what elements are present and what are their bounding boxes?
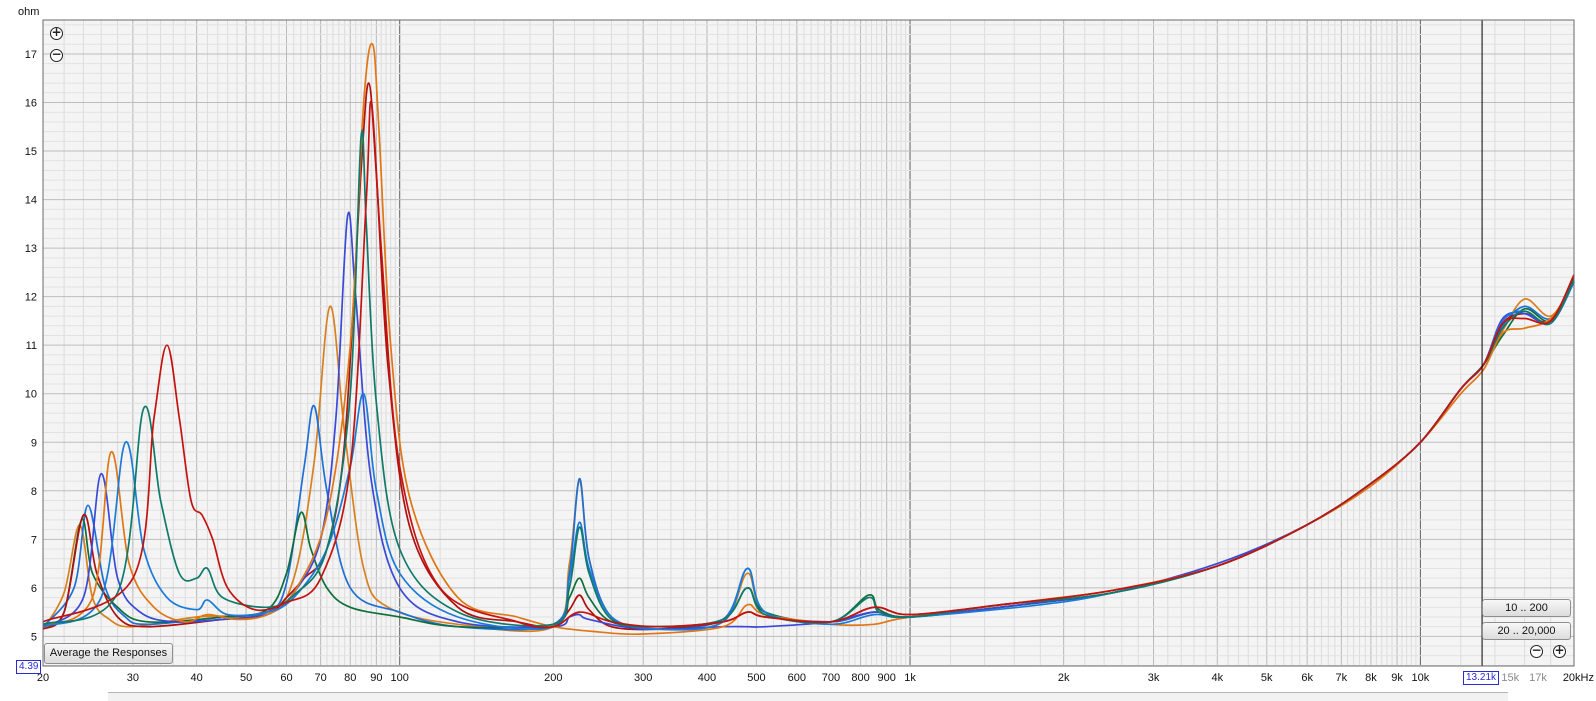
x-tick-label: 17k	[1529, 672, 1547, 684]
y-tick-label: 6	[31, 583, 37, 595]
x-tick-label: 2k	[1058, 672, 1070, 684]
x-tick-label: 70	[315, 672, 327, 684]
x-tick-label: 600	[788, 672, 806, 684]
x-tick-label: 4k	[1211, 672, 1223, 684]
y-axis-unit-label: ohm	[18, 6, 39, 18]
x-tick-label: 300	[634, 672, 652, 684]
x-tick-label: 90	[370, 672, 382, 684]
x-tick-label: 5k	[1261, 672, 1273, 684]
x-tick-label: 60	[280, 672, 292, 684]
y-tick-label: 8	[31, 486, 37, 498]
x-zoom-out-icon[interactable]: −	[1530, 644, 1543, 658]
x-tick-label: 3k	[1148, 672, 1160, 684]
x-tick-label: 800	[851, 672, 869, 684]
y-tick-label: 5	[31, 631, 37, 643]
x-tick-label: 80	[344, 672, 356, 684]
impedance-chart[interactable]: 567891011121314151617 20 30 40 50 60 70 80 90 10…	[0, 0, 1596, 700]
y-tick-label: 16	[25, 98, 37, 110]
x-tick-label: 6k	[1301, 672, 1313, 684]
x-tick-label: 10k	[1411, 672, 1429, 684]
x-tick-label: 200	[544, 672, 562, 684]
x-tick-labels: 20 30 40 50 60 70 80 90 100 200 300 400 500 600 700 800…	[37, 672, 1594, 684]
y-tick-label: 14	[25, 195, 37, 207]
y-tick-label: 15	[25, 146, 37, 158]
zoom-in-icon[interactable]: +	[50, 26, 63, 40]
range-10-200-button[interactable]: 10 .. 200	[1482, 599, 1571, 617]
y-min-readout[interactable]: 4.39	[16, 660, 42, 674]
cursor-frequency-readout: 13.21k	[1463, 671, 1500, 685]
y-tick-label: 10	[25, 389, 37, 401]
y-tick-labels: 5 6 7 8 9 10 11 12 13 14 15 16 17	[25, 49, 37, 643]
range-20-20000-button[interactable]: 20 .. 20,000	[1482, 622, 1571, 640]
y-tick-label: 7	[31, 534, 37, 546]
x-tick-label: 100	[391, 672, 409, 684]
x-tick-label: 50	[240, 672, 252, 684]
y-tick-label: 11	[26, 340, 37, 352]
y-tick-label: 9	[31, 437, 37, 449]
x-tick-label: 9k	[1391, 672, 1403, 684]
x-tick-label: 400	[698, 672, 716, 684]
zoom-out-icon[interactable]: −	[50, 48, 63, 62]
x-tick-label: 700	[822, 672, 840, 684]
x-tick-label: 7k	[1336, 672, 1348, 684]
x-zoom-in-icon[interactable]: +	[1553, 644, 1566, 658]
y-tick-label: 17	[25, 49, 37, 61]
plot-background	[43, 20, 1574, 666]
x-tick-label: 8k	[1365, 672, 1377, 684]
x-tick-label: 30	[127, 672, 139, 684]
x-tick-label: 15k	[1501, 672, 1519, 684]
x-tick-label: 20kHz	[1563, 672, 1594, 684]
x-tick-label: 900	[878, 672, 896, 684]
average-responses-button[interactable]: Average the Responses	[44, 643, 173, 664]
x-tick-label: 500	[747, 672, 765, 684]
x-tick-label: 40	[191, 672, 203, 684]
y-tick-label: 12	[25, 292, 37, 304]
x-tick-label: 1k	[904, 672, 916, 684]
y-tick-label: 13	[25, 243, 37, 255]
